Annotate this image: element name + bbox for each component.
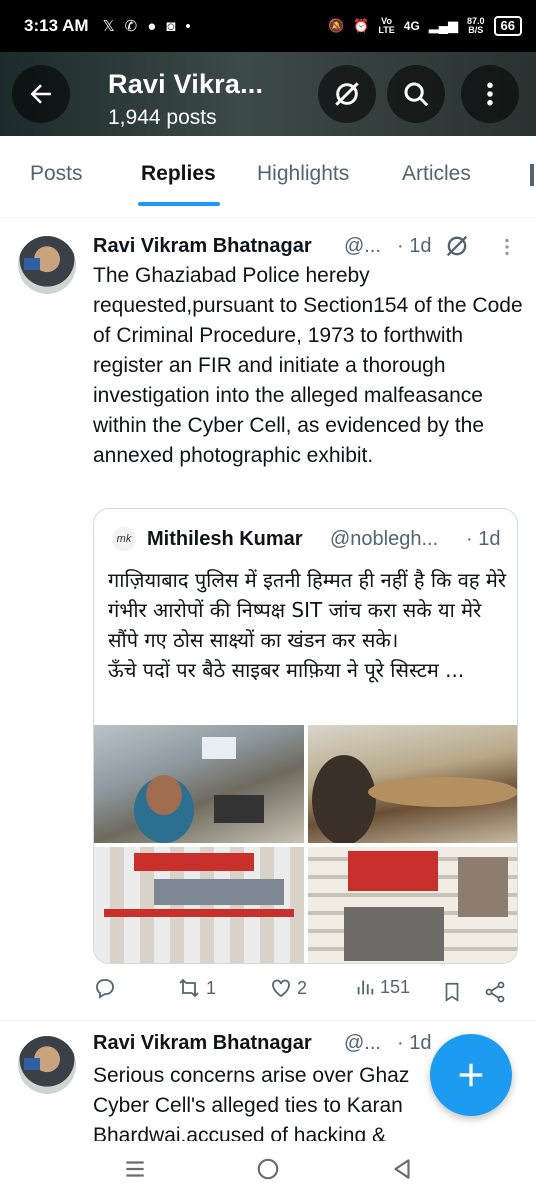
media-image-police-meeting[interactable] [308, 725, 517, 843]
tweet-time: · 1d [397, 1032, 432, 1054]
media-image-newspaper-clipping-2[interactable] [308, 847, 517, 963]
back-icon[interactable] [389, 1156, 415, 1182]
avatar-badge [24, 258, 40, 270]
like-count: 2 [297, 977, 308, 998]
headline-band [134, 853, 254, 871]
author-handle[interactable]: @... [344, 235, 381, 258]
photo-block [348, 851, 438, 891]
person-shape [312, 755, 376, 843]
quote-avatar[interactable]: mk [112, 527, 136, 551]
views-chart-icon [357, 980, 374, 995]
bookmark-icon[interactable] [441, 980, 463, 1004]
author-handle[interactable]: @... [344, 1032, 381, 1055]
author-name[interactable]: Ravi Vikram Bhatnagar [93, 1032, 312, 1055]
plus-icon [459, 1063, 483, 1087]
compose-button[interactable] [430, 1034, 512, 1116]
media-grid [94, 725, 517, 963]
quote-author-handle[interactable]: @noblegh... [330, 528, 438, 551]
grok-icon[interactable] [443, 232, 471, 260]
retweet-button[interactable]: 1 [176, 976, 216, 1000]
avatar[interactable] [18, 1036, 76, 1094]
headline-strip [104, 909, 294, 917]
quote-time: · 1d [466, 528, 501, 550]
tweet-text: Serious concerns arise over Ghaz Cyber C… [93, 1064, 410, 1141]
retweet-count: 1 [206, 977, 217, 998]
avatar[interactable] [18, 236, 76, 294]
reply-icon [96, 979, 114, 999]
quoted-tweet[interactable]: mk Mithilesh Kumar @noblegh... · 1d गाज़… [93, 508, 518, 964]
quote-text: गाज़ियाबाद पुलिस में इतनी हिम्मत ही नहीं… [108, 568, 506, 682]
laptop-shape [214, 795, 264, 823]
more-options-icon[interactable] [496, 234, 518, 260]
author-name[interactable]: Ravi Vikram Bhatnagar [93, 235, 312, 258]
system-nav-bar [0, 1142, 536, 1200]
screen-shape [202, 737, 236, 759]
crowd-photo [344, 907, 444, 961]
tweet-actions: 1 2 151 [93, 976, 518, 1010]
reply-button[interactable] [93, 976, 121, 1000]
quote-author-name[interactable]: Mithilesh Kumar [147, 528, 303, 551]
photo-strip [154, 879, 284, 905]
recents-icon[interactable] [122, 1156, 148, 1182]
face-shape [146, 775, 182, 815]
retweet-icon [179, 978, 199, 998]
views-button[interactable]: 151 [354, 976, 410, 998]
portrait-block [458, 857, 508, 917]
table-shape [368, 777, 517, 807]
media-image-newspaper-clipping-1[interactable] [94, 847, 304, 963]
tweet[interactable]: Ravi Vikram Bhatnagar @... · 1d The Ghaz… [0, 0, 536, 1020]
avatar-badge [24, 1058, 40, 1070]
tweet-text: The Ghaziabad Police hereby requested,pu… [93, 264, 523, 467]
tweet-time: · 1d [397, 235, 432, 257]
views-count: 151 [380, 976, 411, 997]
share-icon[interactable] [483, 980, 507, 1004]
media-image-meeting-room[interactable] [94, 725, 304, 843]
like-button[interactable]: 2 [269, 976, 307, 1000]
heart-icon [272, 979, 290, 998]
home-icon[interactable] [255, 1156, 281, 1182]
